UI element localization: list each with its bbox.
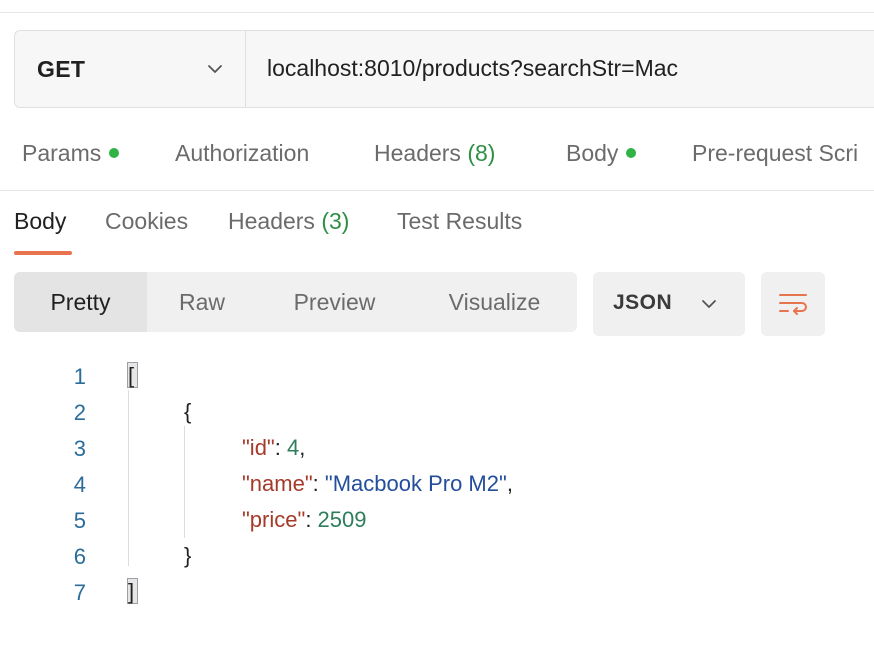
url-input[interactable]: localhost:8010/products?searchStr=Mac	[267, 55, 678, 82]
line-number: 5	[73, 508, 86, 533]
response-tab-cookies[interactable]: Cookies	[105, 208, 188, 235]
view-visualize-button[interactable]: Visualize	[412, 272, 577, 332]
code-line: }	[184, 543, 192, 568]
code-line: ]	[128, 579, 135, 604]
json-key: "name"	[242, 471, 313, 496]
line-number: 6	[73, 544, 86, 569]
tab-authorization[interactable]: Authorization	[175, 140, 309, 167]
json-key: "id"	[242, 435, 275, 460]
code-line: "price": 2509	[242, 507, 367, 532]
method-select[interactable]: GET	[15, 31, 246, 107]
tab-headers-label: Headers	[374, 140, 461, 166]
view-pretty-button[interactable]: Pretty	[14, 272, 147, 332]
code-line: [	[128, 363, 135, 388]
line-number: 2	[73, 400, 86, 425]
tab-body-label: Body	[566, 140, 619, 166]
chevron-down-icon	[702, 300, 716, 308]
tab-params[interactable]: Params	[22, 140, 120, 167]
line-number: 4	[73, 472, 86, 497]
body-indicator-dot	[626, 147, 637, 158]
response-tab-headers-label: Headers	[228, 208, 315, 234]
request-bar: GET localhost:8010/products?searchStr=Ma…	[14, 30, 874, 108]
indent-guide	[184, 426, 185, 538]
method-label: GET	[37, 55, 86, 82]
view-raw-button[interactable]: Raw	[147, 272, 257, 332]
format-label: JSON	[613, 291, 673, 314]
response-headers-count: (3)	[321, 208, 350, 234]
top-divider	[0, 12, 874, 13]
code-line: "name": "Macbook Pro M2",	[242, 471, 513, 496]
wrap-lines-icon	[779, 294, 807, 315]
line-number: 1	[73, 364, 86, 389]
response-tab-test-results[interactable]: Test Results	[397, 208, 522, 235]
view-mode-control: Pretty Raw Preview Visualize	[14, 272, 577, 332]
line-number: 7	[73, 580, 86, 605]
section-divider	[0, 190, 874, 191]
tab-params-label: Params	[22, 140, 102, 166]
response-tab-headers[interactable]: Headers (3)	[228, 208, 349, 235]
params-indicator-dot	[109, 147, 120, 158]
line-number: 3	[73, 436, 86, 461]
tab-body[interactable]: Body	[566, 140, 637, 167]
code-line: {	[184, 399, 192, 424]
tab-prerequest-script[interactable]: Pre-request Scri	[692, 140, 858, 167]
view-preview-button[interactable]: Preview	[257, 272, 412, 332]
wrap-lines-button[interactable]	[761, 272, 825, 336]
json-number: 4	[286, 435, 300, 460]
indent-guide	[128, 390, 129, 566]
json-string: "Macbook Pro M2"	[324, 471, 507, 496]
active-tab-underline	[14, 251, 72, 255]
tab-headers[interactable]: Headers (8)	[374, 140, 495, 167]
chevron-down-icon	[208, 65, 222, 73]
format-select[interactable]: JSON	[593, 272, 745, 336]
code-line: "id": 4,	[242, 435, 306, 460]
json-key: "price"	[242, 507, 306, 532]
response-tab-body[interactable]: Body	[14, 208, 66, 235]
request-tabs: Params Authorization Headers (8) Body Pr…	[0, 140, 874, 180]
headers-count: (8)	[467, 140, 496, 166]
json-number: 2509	[317, 507, 367, 532]
